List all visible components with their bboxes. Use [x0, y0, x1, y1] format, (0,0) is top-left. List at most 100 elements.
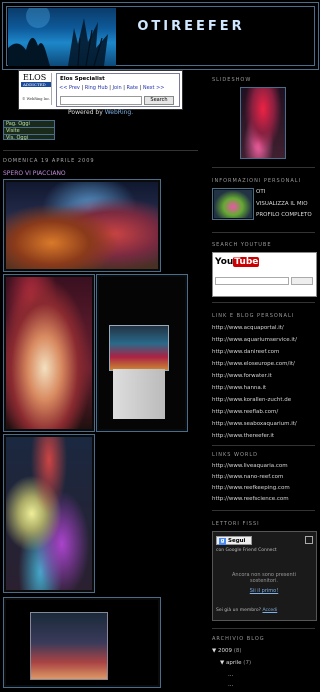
divider: [212, 302, 315, 303]
profile-avatar[interactable]: [212, 188, 254, 220]
profile-name[interactable]: OTI: [256, 189, 265, 195]
archive-month-label[interactable]: ▼ aprile: [220, 660, 242, 666]
divider: [212, 510, 315, 511]
counter-visite: Visite: [4, 128, 54, 135]
post-photo-2[interactable]: [3, 274, 95, 432]
profile-link-line2[interactable]: PROFILO COMPLETO: [256, 212, 312, 218]
webring-title: Elos Specialist: [60, 76, 105, 82]
webring-widget: ELOS ADDICTED © WebRing Inc. Elos Specia…: [18, 70, 183, 110]
youtube-logo: YouTube: [215, 257, 260, 267]
youtube-logo-tube: Tube: [233, 257, 260, 267]
youtube-heading: SEARCH YOUTUBE: [212, 242, 272, 248]
gfc-login-link[interactable]: Accedi: [262, 608, 277, 613]
divider: [212, 167, 315, 168]
tank-night-photo-image: [6, 600, 158, 685]
slideshow-heading: SLIDESHOW: [212, 77, 252, 83]
divider: [212, 445, 315, 446]
anemone-photo-image: [6, 277, 92, 429]
gfc-expand-icon[interactable]: [305, 536, 313, 544]
powered-by: Powered by WebRing.: [68, 109, 133, 116]
link-item[interactable]: http://www.reeflab.com/: [212, 409, 278, 415]
gfc-follow-button[interactable]: g Segui: [216, 536, 252, 545]
slideshow-photo: [241, 88, 285, 158]
webring-nav: << Prev | Ring Hub | Join | Rate | Next …: [59, 85, 165, 91]
gfc-be-first-link[interactable]: Sii il primo!: [219, 588, 309, 594]
link-item[interactable]: http://www.seaboxaquarium.it/: [212, 421, 297, 427]
archive-post-item[interactable]: ...: [228, 682, 233, 688]
link-item[interactable]: http://www.forwater.it: [212, 373, 272, 379]
archive-month[interactable]: ▼ aprile (7): [220, 660, 251, 666]
webring-prev-link[interactable]: << Prev: [59, 85, 80, 91]
powered-prefix: Powered by: [68, 109, 103, 116]
world-link-item[interactable]: http://www.liveaquaria.com: [212, 463, 288, 469]
avatar-image: [214, 190, 252, 218]
blog-header: OTIREEFER: [2, 2, 319, 70]
reef-silhouette: [8, 8, 108, 66]
gfc-empty-text: Ancora non sono presenti sostenitori.: [232, 572, 296, 584]
world-link-item[interactable]: http://www.nano-reef.com: [212, 474, 283, 480]
webring-brand-link[interactable]: WebRing.: [105, 109, 133, 116]
blog-title[interactable]: OTIREEFER: [116, 19, 266, 34]
corals-photo-image: [6, 437, 92, 590]
webring-rate-link[interactable]: Rate: [127, 85, 138, 91]
webring-join-link[interactable]: Join: [113, 85, 122, 91]
tank-photo-image: [99, 277, 185, 429]
world-link-item[interactable]: http://www.reefscience.com: [212, 496, 289, 502]
elos-logo-sub: ADDICTED: [21, 82, 51, 87]
link-item[interactable]: http://www.danireef.com: [212, 349, 279, 355]
elos-logo-text: ELOS: [23, 73, 47, 82]
world-links-heading: LINKS WORLD: [212, 452, 259, 458]
tank-stand: [113, 369, 165, 419]
counter-vis-oggi: Vis. Oggi: [6, 135, 29, 141]
archive-post-item[interactable]: ...: [228, 672, 233, 678]
world-link-item[interactable]: http://www.reefkeeping.com: [212, 485, 290, 491]
divider: [3, 150, 198, 151]
post-date: DOMENICA 19 APRILE 2009: [3, 158, 95, 164]
reef-photo-image: [6, 182, 158, 269]
counter-pag-oggi: Pag. Oggi: [4, 121, 54, 128]
link-item[interactable]: http://www.thereefer.it: [212, 433, 274, 439]
webring-search-button[interactable]: Search: [144, 96, 174, 105]
elos-logo[interactable]: ELOS ADDICTED © WebRing Inc.: [21, 73, 52, 105]
archive-year-label[interactable]: ▼ 2009: [212, 648, 232, 654]
post-photo-4[interactable]: [3, 434, 95, 593]
tank-shape: [109, 325, 169, 371]
post-photo-1[interactable]: [3, 179, 161, 272]
link-item[interactable]: http://www.aquariumservice.it/: [212, 337, 297, 343]
header-image: [8, 8, 116, 66]
webring-search-input[interactable]: [60, 96, 142, 105]
followers-heading: LETTORI FISSI: [212, 521, 260, 527]
archive-month-count: (7): [243, 660, 252, 666]
google-icon: g: [219, 538, 226, 545]
tank-night-shape: [30, 612, 108, 680]
webring-copyright: © WebRing Inc.: [22, 97, 51, 101]
link-item[interactable]: http://www.korallen-zucht.de: [212, 397, 291, 403]
link-item[interactable]: http://www.hanna.it: [212, 385, 266, 391]
gfc-member-text: Sei già un membro?: [216, 608, 262, 613]
link-item[interactable]: http://www.eloseurope.com/it/: [212, 361, 295, 367]
webring-panel: Elos Specialist << Prev | Ring Hub | Joi…: [56, 73, 180, 107]
archive-heading: ARCHIVIO BLOG: [212, 636, 265, 642]
google-friend-connect-widget: g Segui con Google Friend Connect Ancora…: [212, 531, 317, 621]
youtube-search-widget[interactable]: YouTube: [212, 252, 317, 297]
divider: [212, 232, 315, 233]
youtube-search-input[interactable]: [215, 277, 289, 285]
gfc-follow-label: Segui: [228, 538, 246, 544]
divider: [212, 628, 315, 629]
webring-hub-link[interactable]: Ring Hub: [85, 85, 108, 91]
webring-next-link[interactable]: Next >>: [143, 85, 165, 91]
gfc-with-text: con Google Friend Connect: [216, 548, 277, 553]
visit-counter: Pag. Oggi Visite Vis. Oggi: [3, 120, 55, 141]
post-title[interactable]: SPERO VI PIACCIANO: [3, 170, 66, 177]
slideshow-image[interactable]: [240, 87, 286, 159]
archive-year-count: (8): [233, 648, 242, 654]
youtube-search-button[interactable]: [291, 277, 313, 285]
profile-link-line1[interactable]: VISUALIZZA IL MIO: [256, 201, 308, 207]
link-item[interactable]: http://www.acquaportal.it/: [212, 325, 284, 331]
youtube-logo-you: You: [215, 257, 234, 267]
gfc-member-row: Sei già un membro? Accedi: [216, 608, 277, 613]
archive-year[interactable]: ▼ 2009 (8): [212, 648, 242, 654]
post-photo-3[interactable]: [96, 274, 188, 432]
post-photo-5[interactable]: [3, 597, 161, 688]
profile-heading: INFORMAZIONI PERSONALI: [212, 178, 302, 184]
